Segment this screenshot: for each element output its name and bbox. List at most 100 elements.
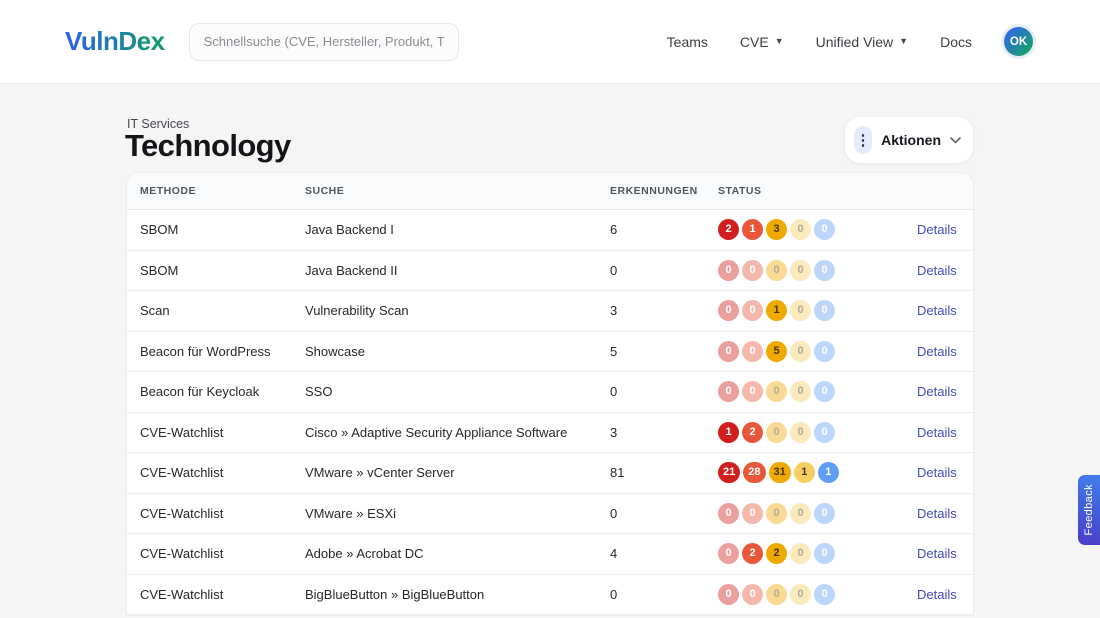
status-badge-info: 0 [814, 219, 835, 240]
status-badge-medium: 0 [766, 503, 787, 524]
chevron-down-icon: ▼ [899, 37, 908, 46]
status-badge-medium: 1 [766, 300, 787, 321]
status-badge-low: 0 [790, 341, 811, 362]
details-link[interactable]: Details [917, 546, 957, 561]
status-badge-critical: 0 [718, 260, 739, 281]
cell-erkennungen: 0 [610, 263, 718, 278]
details-link[interactable]: Details [917, 344, 957, 359]
status-badge-high: 1 [742, 219, 763, 240]
status-badge-low: 0 [790, 381, 811, 402]
logo[interactable]: VulnDex [65, 26, 165, 57]
details-link[interactable]: Details [917, 425, 957, 440]
cell-status: 2 1 3 0 0 [718, 219, 917, 240]
status-badge-medium: 0 [766, 584, 787, 605]
cell-details: Details [917, 222, 957, 237]
status-badge-low: 0 [790, 219, 811, 240]
status-badge-high: 0 [742, 341, 763, 362]
actions-button[interactable]: ⋮ Aktionen [845, 117, 973, 163]
cell-erkennungen: 0 [610, 384, 718, 399]
details-link[interactable]: Details [917, 465, 957, 480]
status-badge-info: 0 [814, 422, 835, 443]
nav-item-teams[interactable]: Teams [667, 34, 708, 50]
nav-item-cve[interactable]: CVE ▼ [740, 34, 784, 50]
search-input[interactable] [189, 23, 459, 61]
table-row: CVE-Watchlist VMware » vCenter Server 81… [127, 453, 973, 494]
cell-methode: CVE-Watchlist [140, 425, 305, 440]
watchlist-table: METHODE SUCHE ERKENNUNGEN STATUS SBOM Ja… [127, 173, 973, 615]
status-badge-info: 0 [814, 503, 835, 524]
cell-status: 0 0 0 0 0 [718, 584, 917, 605]
table-row: CVE-Watchlist Adobe » Acrobat DC 4 0 2 2… [127, 534, 973, 575]
status-badge-low: 0 [790, 584, 811, 605]
details-link[interactable]: Details [917, 384, 957, 399]
cell-status: 21 28 31 1 1 [718, 462, 917, 483]
cell-details: Details [917, 465, 957, 480]
cell-status: 0 0 0 0 0 [718, 260, 917, 281]
details-link[interactable]: Details [917, 263, 957, 278]
status-badge-medium: 5 [766, 341, 787, 362]
top-bar: VulnDex Teams CVE ▼ Unified View ▼ Docs … [0, 0, 1100, 84]
table-row: Beacon für Keycloak SSO 0 0 0 0 0 0 Deta… [127, 372, 973, 413]
cell-suche: Adobe » Acrobat DC [305, 546, 610, 561]
nav-teams-label: Teams [667, 34, 708, 50]
cell-suche: SSO [305, 384, 610, 399]
status-badge-high: 0 [742, 260, 763, 281]
feedback-label: Feedback [1083, 484, 1095, 536]
details-link[interactable]: Details [917, 222, 957, 237]
column-header-status: STATUS [718, 185, 917, 197]
details-link[interactable]: Details [917, 303, 957, 318]
cell-erkennungen: 5 [610, 344, 718, 359]
status-badge-medium: 0 [766, 381, 787, 402]
status-badge-medium: 2 [766, 543, 787, 564]
cell-erkennungen: 81 [610, 465, 718, 480]
cell-suche: Vulnerability Scan [305, 303, 610, 318]
status-badge-critical: 0 [718, 300, 739, 321]
status-badge-medium: 3 [766, 219, 787, 240]
status-badge-critical: 0 [718, 381, 739, 402]
column-header-methode: METHODE [140, 185, 305, 197]
status-badge-high: 0 [742, 300, 763, 321]
cell-erkennungen: 4 [610, 546, 718, 561]
details-link[interactable]: Details [917, 506, 957, 521]
cell-suche: Java Backend II [305, 263, 610, 278]
status-badge-low: 0 [790, 300, 811, 321]
cell-erkennungen: 0 [610, 506, 718, 521]
table-row: CVE-Watchlist Cisco » Adaptive Security … [127, 413, 973, 454]
status-badge-medium: 31 [769, 462, 791, 483]
table-row: CVE-Watchlist VMware » ESXi 0 0 0 0 0 0 … [127, 494, 973, 535]
status-badge-high: 0 [742, 584, 763, 605]
status-badge-info: 0 [814, 300, 835, 321]
cell-details: Details [917, 263, 957, 278]
nav-item-docs[interactable]: Docs [940, 34, 972, 50]
cell-methode: CVE-Watchlist [140, 587, 305, 602]
cell-status: 0 2 2 0 0 [718, 543, 917, 564]
cell-suche: BigBlueButton » BigBlueButton [305, 587, 610, 602]
table-row: CVE-Watchlist BigBlueButton » BigBlueBut… [127, 575, 973, 616]
table-row: Beacon für WordPress Showcase 5 0 0 5 0 … [127, 332, 973, 373]
column-header-suche: SUCHE [305, 185, 610, 197]
status-badge-critical: 0 [718, 341, 739, 362]
cell-details: Details [917, 344, 957, 359]
cell-status: 0 0 0 0 0 [718, 503, 917, 524]
details-link[interactable]: Details [917, 587, 957, 602]
status-badge-critical: 0 [718, 543, 739, 564]
status-badge-critical: 0 [718, 503, 739, 524]
status-badge-high: 2 [742, 543, 763, 564]
cell-erkennungen: 3 [610, 303, 718, 318]
chevron-down-icon [950, 137, 961, 144]
user-avatar[interactable]: OK [1004, 27, 1033, 56]
cell-details: Details [917, 546, 957, 561]
actions-button-label: Aktionen [881, 132, 941, 148]
feedback-tab[interactable]: Feedback [1078, 475, 1100, 545]
status-badge-info: 0 [814, 381, 835, 402]
cell-details: Details [917, 303, 957, 318]
cell-status: 0 0 1 0 0 [718, 300, 917, 321]
cell-methode: CVE-Watchlist [140, 546, 305, 561]
column-header-erkennungen: ERKENNUNGEN [610, 185, 718, 197]
cell-details: Details [917, 587, 957, 602]
cell-methode: SBOM [140, 222, 305, 237]
nav-item-unified-view[interactable]: Unified View ▼ [816, 34, 908, 50]
status-badge-medium: 0 [766, 260, 787, 281]
cell-status: 0 0 0 0 0 [718, 381, 917, 402]
status-badge-low: 0 [790, 503, 811, 524]
